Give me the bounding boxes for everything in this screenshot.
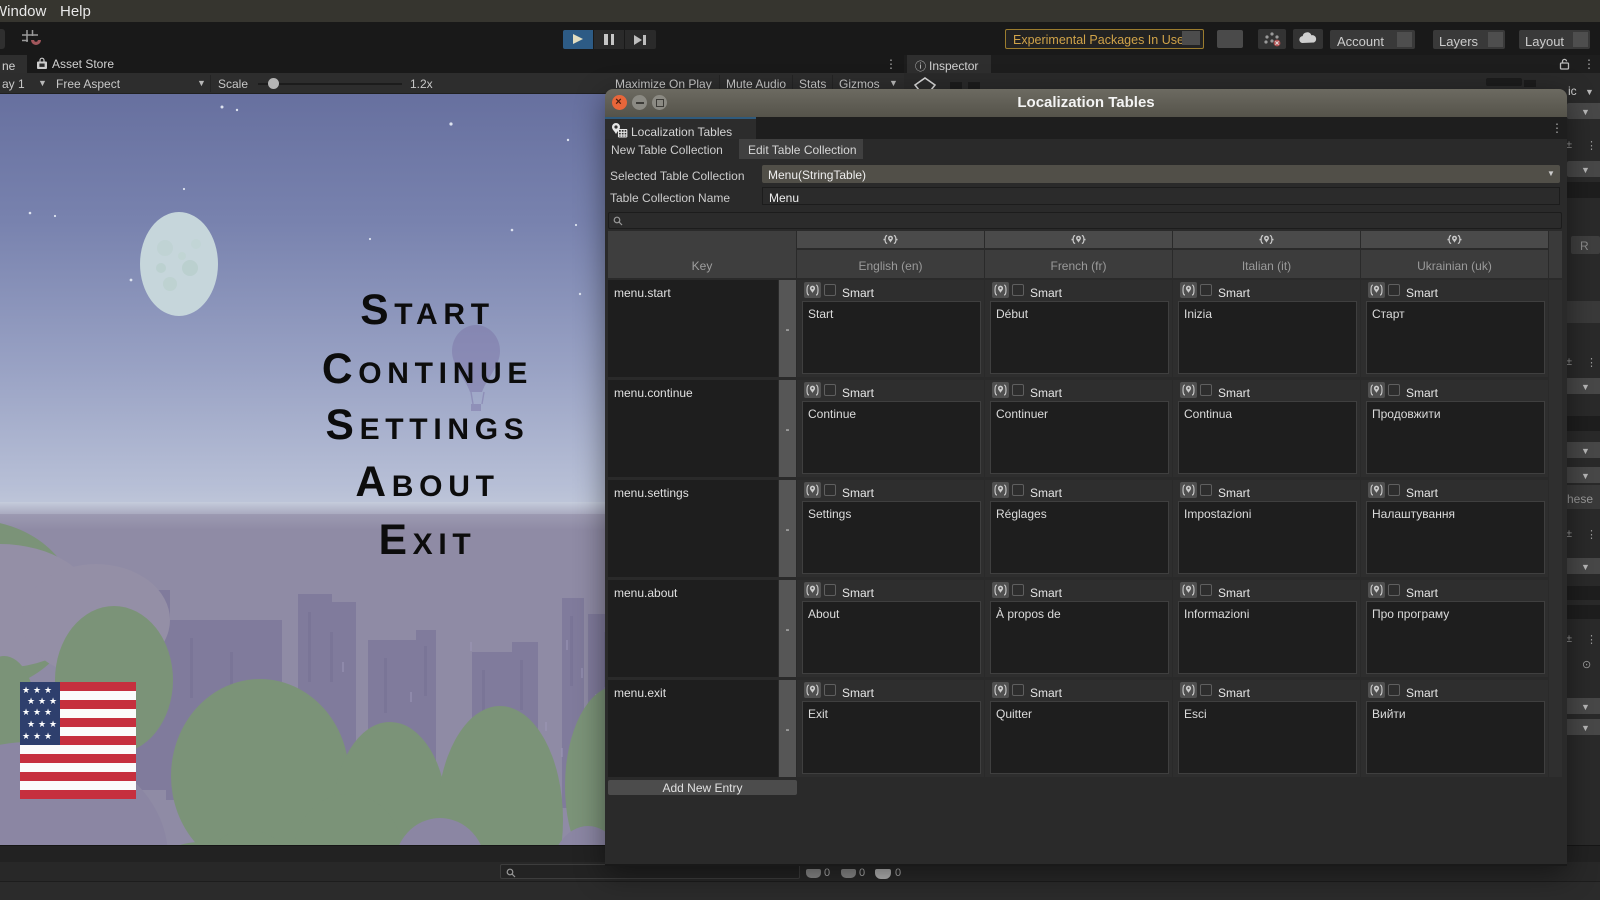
svg-text:★: ★ — [27, 719, 35, 729]
svg-text:★: ★ — [44, 707, 52, 717]
svg-text:★: ★ — [44, 685, 52, 695]
svg-text:★: ★ — [22, 685, 30, 695]
svg-text:★: ★ — [33, 685, 41, 695]
svg-text:★: ★ — [22, 731, 30, 741]
svg-text:★: ★ — [22, 707, 30, 717]
svg-text:★: ★ — [49, 719, 57, 729]
svg-text:★: ★ — [33, 731, 41, 741]
svg-text:★: ★ — [27, 696, 35, 706]
svg-text:★: ★ — [49, 696, 57, 706]
svg-text:★: ★ — [38, 719, 46, 729]
svg-text:★: ★ — [38, 696, 46, 706]
svg-text:★: ★ — [33, 707, 41, 717]
svg-text:★: ★ — [44, 731, 52, 741]
